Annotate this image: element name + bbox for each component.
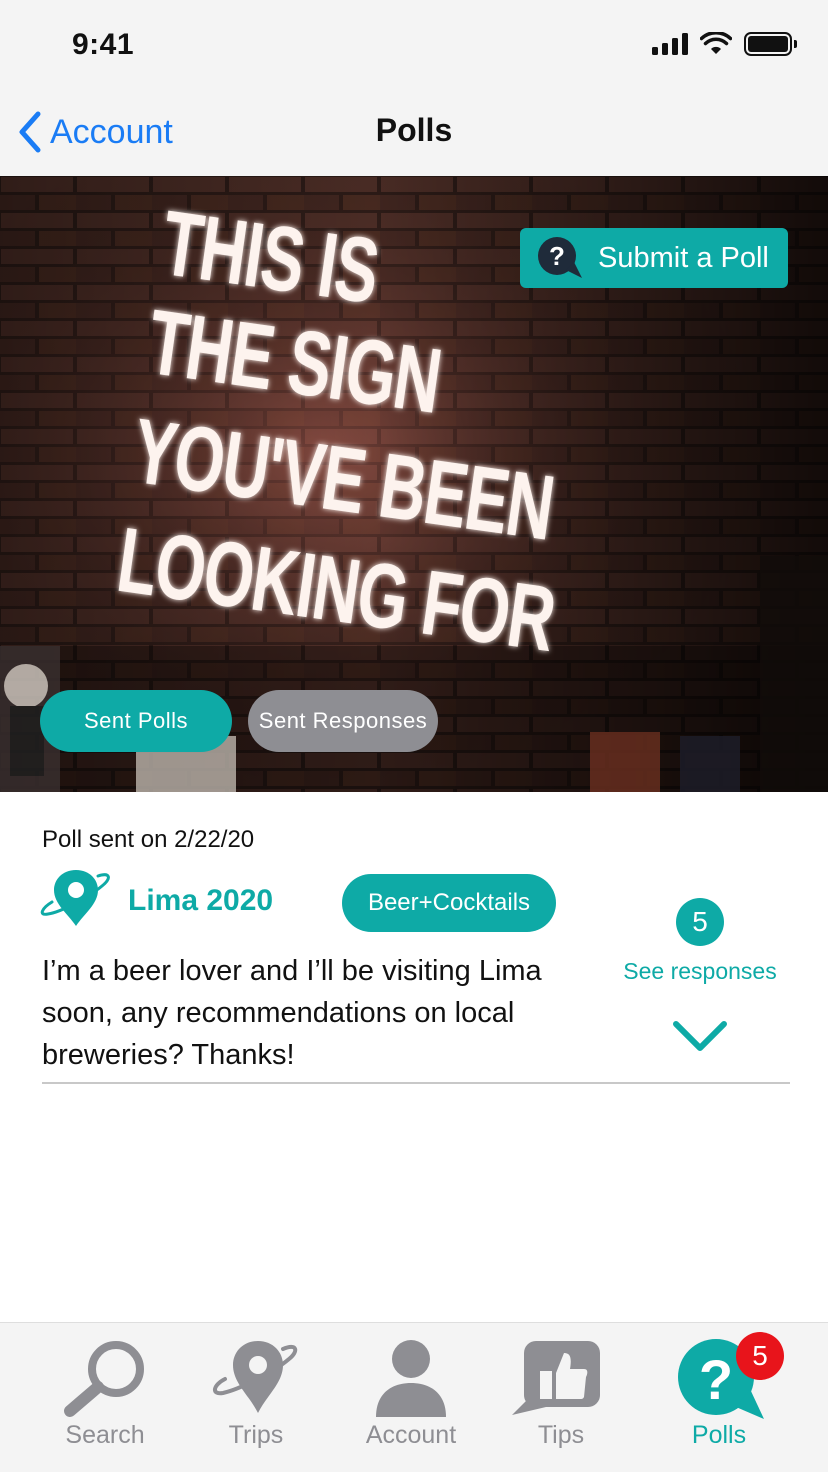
svg-text:?: ? [549,241,565,271]
account-icon [376,1340,446,1417]
notification-badge: 5 [736,1332,784,1380]
tab-search[interactable]: Search [30,1323,180,1472]
question-bubble-icon: ? [538,237,582,278]
battery-icon [744,32,797,56]
svg-text:?: ? [699,1348,733,1411]
see-responses-link[interactable]: See responses [600,958,800,985]
poll-question: I’m a beer lover and I’ll be visiting Li… [42,955,542,1071]
status-time: 9:41 [72,28,135,61]
tab-tips[interactable]: Tips [486,1323,636,1472]
category-tag: Beer+Cocktails [342,874,556,932]
divider [42,1082,790,1084]
tab-sent-responses[interactable]: Sent Responses [248,690,438,752]
tips-icon [512,1341,600,1415]
tab-account-label: Account [365,1421,457,1449]
cellular-signal-icon [652,33,688,55]
tab-polls-label: Polls [691,1421,747,1449]
trip-pin-icon [40,870,110,926]
chevron-down-icon[interactable] [670,1018,730,1058]
poll-date: Poll sent on 2/22/20 [42,826,255,853]
tab-trips-label: Trips [228,1421,284,1449]
tab-bar: Search Trips Account Tips ? Polls [0,1322,828,1472]
wifi-icon [700,32,732,54]
hero-banner: THIS IS THE SIGN YOU'VE BEEN LOOKING FOR… [0,176,828,792]
tab-search-label: Search [65,1421,145,1449]
tab-tips-label: Tips [537,1421,585,1449]
trips-icon [213,1341,298,1413]
search-icon [64,1341,144,1417]
response-count-badge: 5 [676,898,724,946]
nav-bar: Account Polls [0,88,828,176]
tab-trips[interactable]: Trips [181,1323,331,1472]
status-bar: 9:41 [0,0,828,88]
tab-sent-polls[interactable]: Sent Polls [40,690,232,752]
tab-account[interactable]: Account [336,1323,486,1472]
status-icons [652,32,797,56]
submit-poll-label: Submit a Poll [598,241,769,274]
submit-poll-button[interactable]: ? Submit a Poll [520,228,788,288]
trip-name[interactable]: Lima 2020 [128,884,273,918]
page-title: Polls [375,112,453,148]
